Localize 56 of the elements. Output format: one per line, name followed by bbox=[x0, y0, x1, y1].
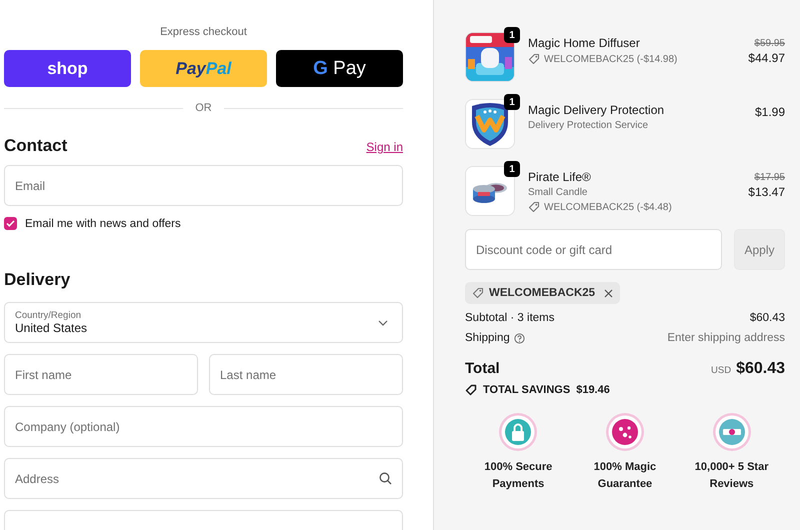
discount-code-field[interactable]: Discount code or gift card bbox=[465, 229, 722, 270]
currency-code: USD bbox=[711, 365, 732, 376]
input-field[interactable]: First name bbox=[4, 354, 198, 395]
original-price: $59.95 bbox=[753, 38, 785, 49]
checkbox-label: Email me with news and offers bbox=[25, 218, 181, 230]
total-label: Total bbox=[465, 360, 500, 377]
trust-badge-icon bbox=[604, 412, 645, 452]
quantity-badge: 1 bbox=[504, 161, 520, 177]
savings-value: $19.46 bbox=[576, 384, 610, 396]
input-field[interactable]: Last name bbox=[209, 354, 403, 395]
divider-label: OR bbox=[195, 102, 212, 114]
badge-caption: 10,000+ 5 Star Reviews bbox=[694, 460, 770, 492]
tag-icon bbox=[465, 384, 477, 396]
shop-pay-button[interactable]: shop bbox=[4, 50, 131, 87]
quantity-badge: 1 bbox=[504, 27, 520, 43]
shipping-label: Shipping bbox=[465, 332, 510, 344]
shipping-value: Enter shipping address bbox=[667, 332, 785, 344]
section-heading: Delivery bbox=[4, 270, 72, 290]
savings-label: TOTAL SAVINGS bbox=[483, 384, 570, 396]
express-checkout-label: Express checkout bbox=[159, 26, 248, 38]
tag-icon bbox=[528, 53, 540, 65]
quantity-badge: 1 bbox=[504, 94, 520, 110]
trust-badge-icon bbox=[498, 412, 538, 452]
product-name: Magic Delivery Protection bbox=[528, 103, 666, 117]
product-price: $13.47 bbox=[748, 185, 785, 199]
subtotal-label: Subtotal · 3 items bbox=[465, 312, 554, 324]
product-name: Pirate Life® bbox=[528, 170, 592, 184]
original-price: $17.95 bbox=[753, 172, 785, 183]
email-field[interactable]: Email bbox=[4, 165, 403, 206]
total-value: $60.43 bbox=[736, 360, 785, 377]
trust-badge-icon bbox=[712, 412, 752, 452]
discount-label: WELCOMEBACK25 (-$14.98) bbox=[544, 54, 678, 64]
checkbox[interactable] bbox=[4, 217, 17, 230]
product-name: Magic Home Diffuser bbox=[528, 36, 641, 50]
tag-icon bbox=[472, 287, 484, 299]
address-field[interactable]: Address bbox=[4, 458, 403, 499]
country-select[interactable]: Country/Region United States bbox=[4, 302, 403, 343]
google-pay-button[interactable]: G Pay bbox=[276, 50, 403, 87]
product-variant: Small Candle bbox=[528, 187, 588, 198]
discount-code: WELCOMEBACK25 bbox=[489, 287, 596, 299]
chevron-down-icon bbox=[378, 320, 388, 326]
apply-button[interactable]: Apply bbox=[734, 229, 785, 270]
search-icon bbox=[379, 472, 392, 485]
paypal-button[interactable]: PayPal bbox=[140, 50, 267, 87]
section-heading: Contact bbox=[4, 136, 68, 156]
badge-caption: 100% Secure Payments bbox=[483, 460, 554, 492]
product-price: $1.99 bbox=[754, 105, 785, 119]
tag-icon bbox=[528, 201, 540, 213]
badge-caption: 100% Magic Guarantee bbox=[592, 460, 658, 492]
discount-label: WELCOMEBACK25 (-$4.48) bbox=[544, 202, 672, 212]
subtotal-value: $60.43 bbox=[750, 312, 785, 324]
sign-in-link[interactable]: Sign in bbox=[366, 140, 403, 154]
help-icon[interactable] bbox=[514, 332, 525, 344]
product-variant: Delivery Protection Service bbox=[528, 120, 650, 131]
input-field[interactable]: Company (optional) bbox=[4, 406, 403, 447]
product-price: $44.97 bbox=[748, 51, 785, 65]
